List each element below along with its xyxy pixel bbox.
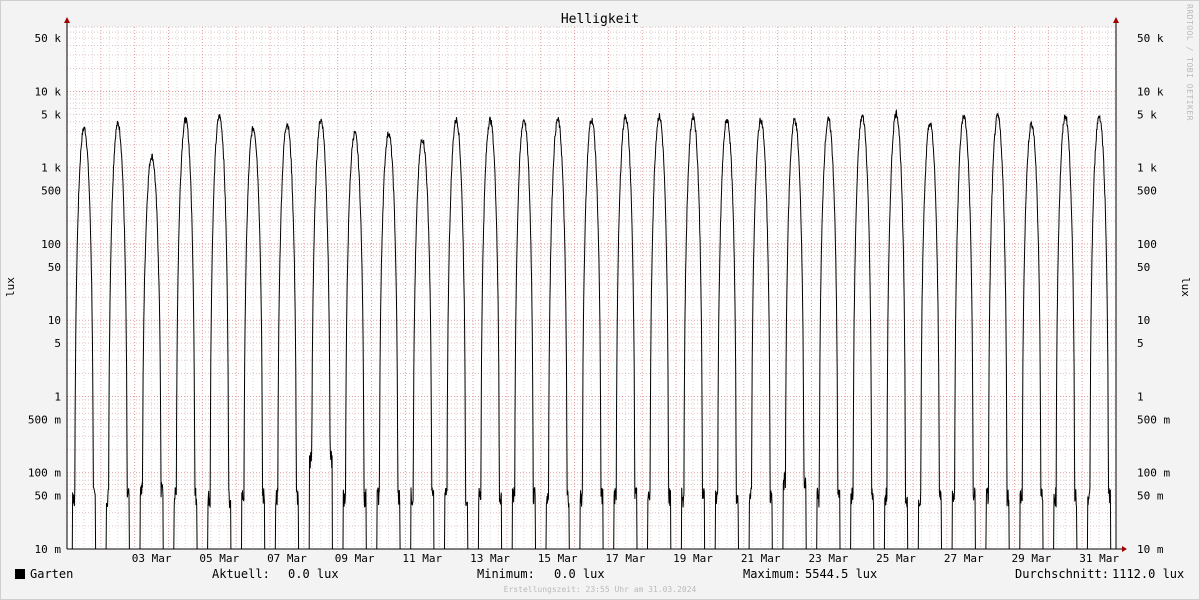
y-tick-label: 50 m <box>35 490 62 503</box>
y-tick-label: 1 <box>54 390 61 403</box>
x-tick-label: 27 Mar <box>944 552 984 565</box>
legend-max-label: Maximum: <box>743 567 801 581</box>
x-tick-label: 09 Mar <box>335 552 375 565</box>
y-tick-label: 5 <box>1137 337 1144 350</box>
x-tick-label: 11 Mar <box>402 552 442 565</box>
x-tick-label: 31 Mar <box>1079 552 1119 565</box>
y-tick-label: 1 <box>1137 390 1144 403</box>
y-tick-label: 500 m <box>28 413 61 426</box>
y-tick-label: 5 <box>54 337 61 350</box>
y-tick-label: 50 k <box>35 32 62 45</box>
y-axis-arrow-right <box>1113 17 1119 23</box>
y-tick-label: 50 m <box>1137 490 1164 503</box>
x-tick-label: 13 Mar <box>470 552 510 565</box>
rrdtool-watermark: RRDTOOL / TOBI OETIKER <box>1185 4 1194 121</box>
y-tick-label: 10 m <box>1137 543 1164 556</box>
y-tick-label: 10 <box>1137 314 1150 327</box>
y-tick-label: 50 <box>1137 261 1150 274</box>
y-tick-label: 500 m <box>1137 413 1170 426</box>
x-tick-label: 15 Mar <box>538 552 578 565</box>
y-tick-label: 100 <box>41 238 61 251</box>
legend-current-value: 0.0 lux <box>288 567 339 581</box>
x-tick-label: 05 Mar <box>199 552 239 565</box>
y-tick-labels-right: 50 k 10 k 5 k 1 k 500 100 50 10 5 1 500 m 100 m 50 m… <box>1137 32 1170 556</box>
chart-title: Helligkeit <box>561 12 639 27</box>
y-axis-arrow-left <box>64 17 70 23</box>
y-tick-label: 10 m <box>35 543 62 556</box>
x-tick-labels: 03 Mar 05 Mar 07 Mar 09 Mar 11 Mar 13 Mar 15 M… <box>132 552 1120 565</box>
y-tick-label: 1 k <box>1137 162 1157 175</box>
y-axis-label-left: lux <box>4 277 17 297</box>
legend-min-value: 0.0 lux <box>554 567 605 581</box>
y-tick-labels-left: 50 k 10 k 5 k 1 k 500 100 50 10 5 1 500 m 100 m 50 m… <box>28 32 61 556</box>
legend-avg-value: 1112.0 lux <box>1112 567 1185 581</box>
creation-time: Erstellungszeit: 23:55 Uhr am 31.03.2024 <box>504 585 697 594</box>
y-tick-label: 10 <box>48 314 61 327</box>
x-tick-label: 07 Mar <box>267 552 307 565</box>
y-tick-label: 500 <box>41 185 61 198</box>
x-tick-label: 03 Mar <box>132 552 172 565</box>
legend: Garten Aktuell: 0.0 lux Minimum: 0.0 lux… <box>0 566 1200 584</box>
y-axis-label-right: lux <box>1179 277 1192 297</box>
x-tick-label: 23 Mar <box>808 552 848 565</box>
legend-series-name: Garten <box>30 567 74 581</box>
y-tick-label: 100 m <box>28 467 61 480</box>
x-tick-label: 17 Mar <box>605 552 645 565</box>
y-tick-label: 500 <box>1137 185 1157 198</box>
x-tick-label: 19 Mar <box>673 552 713 565</box>
legend-min-label: Minimum: <box>477 567 535 581</box>
legend-swatch-garten <box>15 569 25 579</box>
y-tick-label: 10 k <box>35 85 62 98</box>
x-tick-label: 25 Mar <box>876 552 916 565</box>
y-tick-label: 50 <box>48 261 61 274</box>
legend-avg-label: Durchschnitt: <box>1015 567 1109 581</box>
x-tick-label: 21 Mar <box>741 552 781 565</box>
y-tick-label: 5 k <box>41 108 61 121</box>
brightness-chart: 50 k 10 k 5 k 1 k 500 100 50 10 5 1 500 m 100 m 50 m… <box>4 4 1194 594</box>
y-tick-label: 5 k <box>1137 108 1157 121</box>
x-axis-arrow <box>1122 546 1127 552</box>
y-tick-label: 50 k <box>1137 32 1164 45</box>
legend-max-value: 5544.5 lux <box>805 567 878 581</box>
y-tick-label: 100 m <box>1137 467 1170 480</box>
x-tick-label: 29 Mar <box>1012 552 1052 565</box>
legend-current-label: Aktuell: <box>212 567 270 581</box>
y-tick-label: 1 k <box>41 162 61 175</box>
y-tick-label: 10 k <box>1137 85 1164 98</box>
y-tick-label: 100 <box>1137 238 1157 251</box>
chart-grid <box>66 26 1117 550</box>
